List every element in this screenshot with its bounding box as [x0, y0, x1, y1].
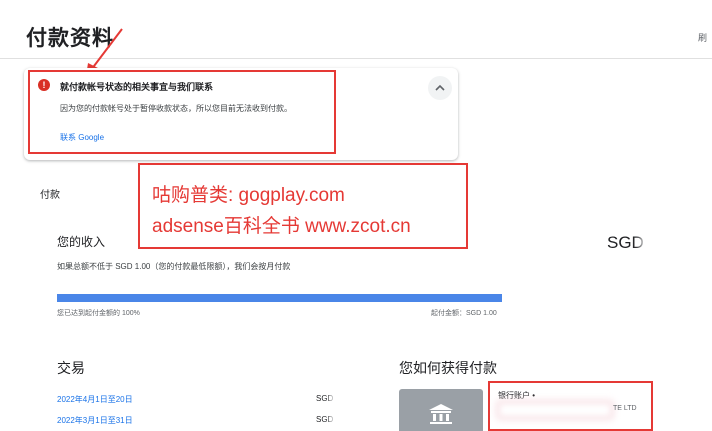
payout-method-title: 您如何获得付款 [399, 360, 497, 376]
threshold-progress-bar [57, 294, 502, 302]
threshold-progress-fill [57, 294, 502, 302]
progress-percent-label: 您已达到起付金额的 100% [57, 310, 140, 317]
redacted-amount [645, 234, 697, 254]
alert-body: 因为您的付款帐号处于暂停收款状态，所以您目前无法收到付款。 [60, 104, 292, 113]
header-divider [0, 58, 712, 59]
bank-account-company: TE LTD [613, 405, 637, 412]
income-description: 如果总额不低于 SGD 1.00（您的付款最低限额），我们会按月付款 [57, 262, 291, 271]
transaction-row-date[interactable]: 2022年3月1日至31日 [57, 415, 133, 426]
transaction-row-amount: SGD [316, 415, 334, 424]
watermark-line-1: 咕购普类: gogplay.com [152, 185, 345, 206]
income-title: 您的收入 [57, 235, 106, 249]
payments-section-label: 付款 [40, 190, 60, 201]
redacted-amount [334, 413, 374, 427]
alert-title: 就付款帐号状态的相关事宜与我们联系 [60, 82, 214, 92]
page-title: 付款资料 [26, 27, 114, 50]
contact-google-link[interactable]: 联系 Google [60, 132, 104, 143]
error-icon: ! [38, 79, 50, 91]
income-amount: SGD [607, 233, 644, 252]
transaction-row-date[interactable]: 2022年4月1日至20日 [57, 394, 133, 405]
refresh-link[interactable]: 刷 [698, 31, 707, 44]
collapse-button[interactable] [428, 76, 452, 100]
bank-account-label: 银行账户 • [498, 391, 536, 400]
bank-account-tile[interactable] [399, 389, 483, 431]
payments-profile-page: 付款资料 刷 ! 就付款帐号状态的相关事宜与我们联系 因为您的付款帐号处于暂停收… [0, 0, 712, 431]
chevron-up-icon [435, 84, 445, 91]
transaction-row-amount: SGD [316, 394, 334, 403]
watermark-line-2: adsense百科全书 www.zcot.cn [152, 216, 411, 237]
bank-icon [429, 404, 453, 424]
redacted-amount [334, 392, 374, 406]
transactions-title: 交易 [57, 360, 85, 376]
redacted-account-name [500, 404, 610, 416]
threshold-amount-label: 起付金额：SGD 1.00 [431, 310, 497, 317]
